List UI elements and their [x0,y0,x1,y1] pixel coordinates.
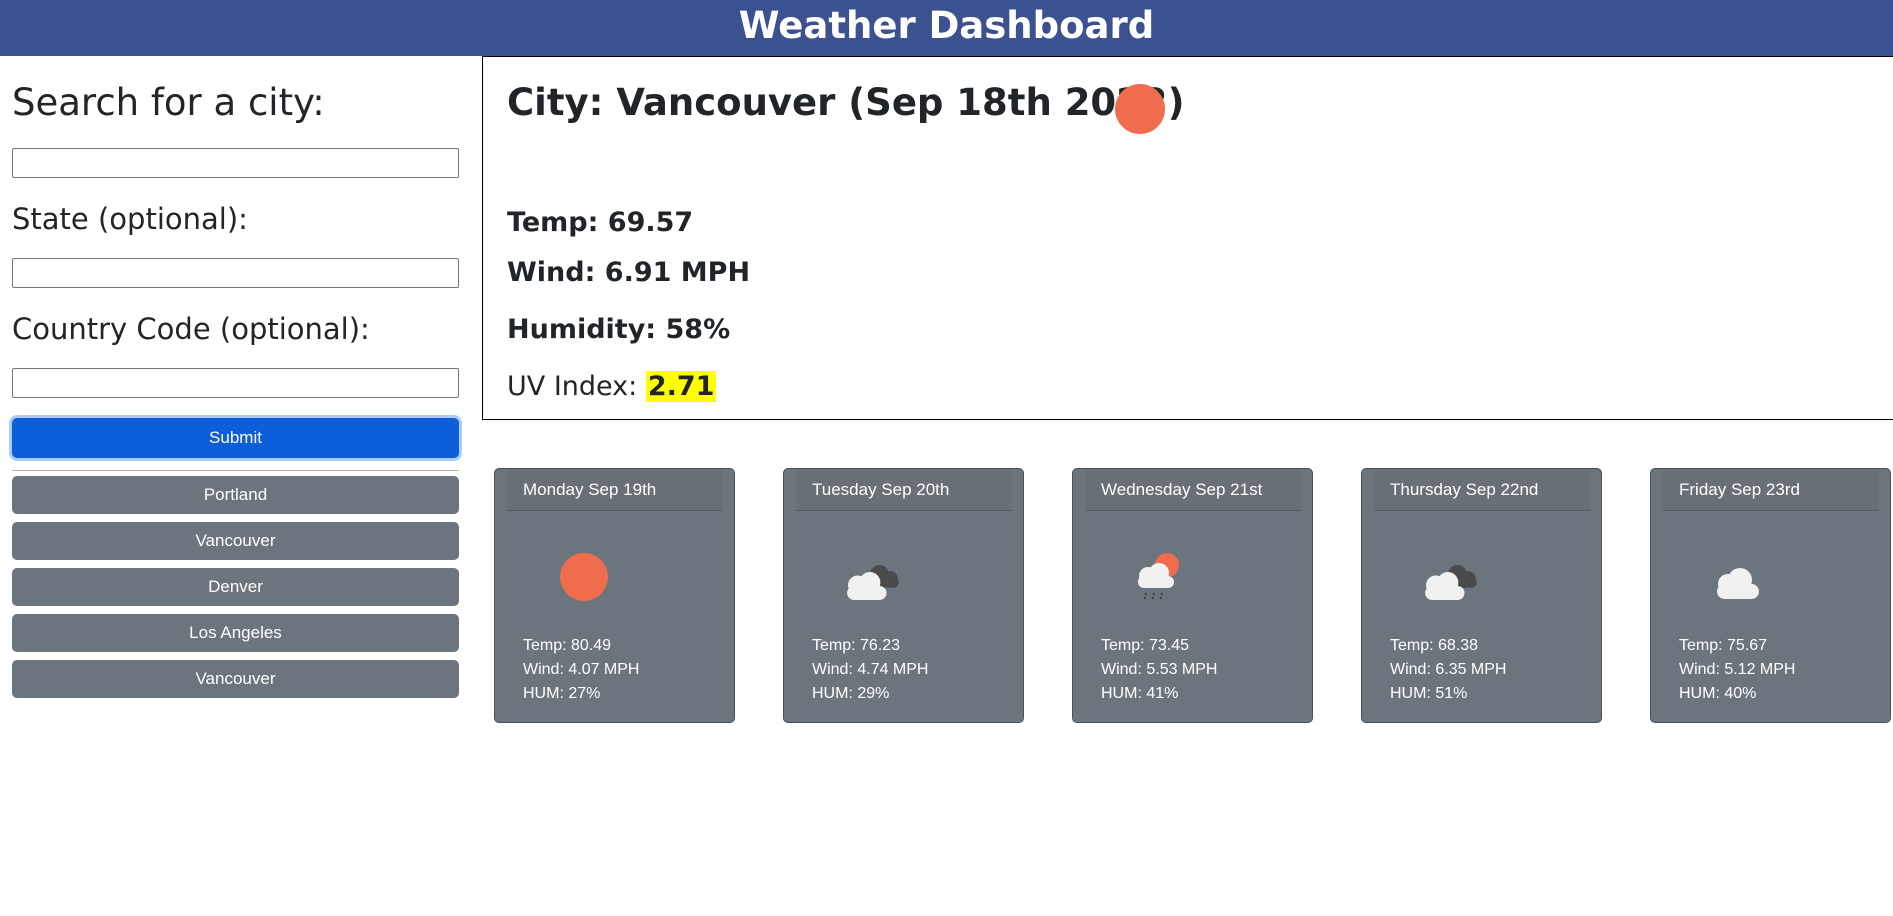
forecast-day: Wednesday Sep 21st [1085,469,1301,511]
uv-value: 2.71 [645,371,717,402]
forecast-temp: Temp: 68.38 [1390,637,1479,654]
sun-icon [1115,84,1165,134]
forecast-day: Tuesday Sep 20th [796,469,1012,511]
forecast-card: Tuesday Sep 20th Temp: 76.23 Wind: 4.74 … [783,468,1024,723]
sidebar-divider [12,470,459,471]
state-input[interactable] [12,258,459,288]
current-city-title: City: Vancouver (Sep 18th 2022) [507,81,1185,124]
rain-sun-icon [1138,553,1179,602]
forecast-temp: Temp: 80.49 [523,637,612,654]
forecast-card: Monday Sep 19th Temp: 80.49 Wind: 4.07 M… [494,468,735,723]
sun-icon [560,553,608,601]
forecast-day: Friday Sep 23rd [1663,469,1879,511]
forecast-temp: Temp: 73.45 [1101,637,1190,654]
history-button[interactable]: Vancouver [12,660,459,698]
forecast-wind: Wind: 4.07 MPH [523,661,640,678]
cloudy-icon [1425,565,1477,600]
forecast-wind: Wind: 6.35 MPH [1390,661,1507,678]
forecast-humidity: HUM: 40% [1679,685,1757,702]
forecast-humidity: HUM: 27% [523,685,601,702]
cloud-icon [1717,568,1759,599]
submit-button[interactable]: Submit [12,418,459,458]
forecast-temp: Temp: 75.67 [1679,637,1768,654]
forecast-card: Friday Sep 23rd Temp: 75.67 Wind: 5.12 M… [1650,468,1891,723]
forecast-humidity: HUM: 29% [812,685,890,702]
country-input[interactable] [12,368,459,398]
history-button[interactable]: Los Angeles [12,614,459,652]
city-label: Search for a city: [12,81,325,124]
forecast-day: Monday Sep 19th [507,469,723,511]
forecast-wind: Wind: 4.74 MPH [812,661,929,678]
forecast-card: Thursday Sep 22nd Temp: 68.38 Wind: 6.35… [1361,468,1602,723]
current-humidity: Humidity: 58% [507,314,731,345]
forecast-card: Wednesday Sep 21st Temp: 73.45 Wind: 5.5… [1072,468,1313,723]
current-wind: Wind: 6.91 MPH [507,257,751,288]
cloudy-icon [847,565,899,600]
forecast-humidity: HUM: 51% [1390,685,1468,702]
history-button[interactable]: Portland [12,476,459,514]
current-uv: UV Index: 2.71 [507,371,717,402]
forecast-humidity: HUM: 41% [1101,685,1179,702]
country-label: Country Code (optional): [12,312,370,346]
page-header: Weather Dashboard [0,0,1893,56]
forecast-wind: Wind: 5.53 MPH [1101,661,1218,678]
page-title: Weather Dashboard [738,4,1155,47]
forecast-wind: Wind: 5.12 MPH [1679,661,1796,678]
history-button[interactable]: Vancouver [12,522,459,560]
current-temp: Temp: 69.57 [507,207,694,238]
forecast-temp: Temp: 76.23 [812,637,901,654]
history-button[interactable]: Denver [12,568,459,606]
state-label: State (optional): [12,202,248,236]
current-weather-panel: City: Vancouver (Sep 18th 2022) Temp: 69… [482,56,1893,420]
uv-label: UV Index: [507,371,646,402]
forecast-day: Thursday Sep 22nd [1374,469,1590,511]
city-input[interactable] [12,148,459,178]
